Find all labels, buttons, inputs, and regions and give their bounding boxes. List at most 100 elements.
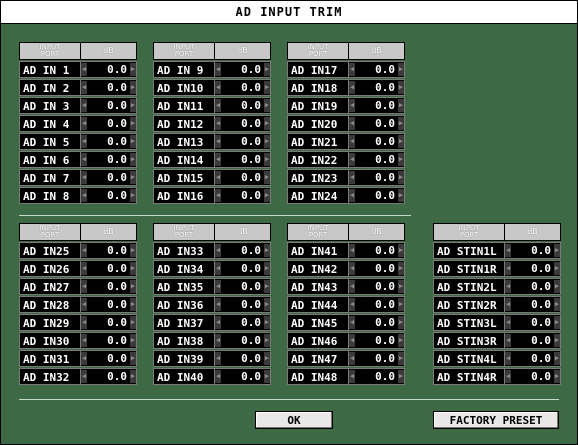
trim-db-value[interactable]: 0.0 <box>355 81 398 94</box>
trim-db-value[interactable]: 0.0 <box>221 370 264 383</box>
trim-db-value[interactable]: 0.0 <box>87 334 130 347</box>
trim-db-value[interactable]: 0.0 <box>221 153 264 166</box>
trim-value-control[interactable]: ◀ 0.0 ▶ <box>81 61 137 78</box>
trim-db-value[interactable]: 0.0 <box>511 334 554 347</box>
trim-db-value[interactable]: 0.0 <box>87 370 130 383</box>
right-arrow-icon[interactable]: ▶ <box>554 244 560 257</box>
trim-db-value[interactable]: 0.0 <box>221 135 264 148</box>
trim-value-control[interactable]: ◀ 0.0 ▶ <box>215 332 271 349</box>
right-arrow-icon[interactable]: ▶ <box>554 370 560 383</box>
trim-db-value[interactable]: 0.0 <box>511 244 554 257</box>
trim-db-value[interactable]: 0.0 <box>355 99 398 112</box>
trim-db-value[interactable]: 0.0 <box>87 171 130 184</box>
trim-db-value[interactable]: 0.0 <box>355 189 398 202</box>
trim-value-control[interactable]: ◀ 0.0 ▶ <box>215 151 271 168</box>
trim-value-control[interactable]: ◀ 0.0 ▶ <box>349 242 405 259</box>
trim-value-control[interactable]: ◀ 0.0 ▶ <box>215 278 271 295</box>
trim-value-control[interactable]: ◀ 0.0 ▶ <box>81 260 137 277</box>
trim-db-value[interactable]: 0.0 <box>355 352 398 365</box>
trim-db-value[interactable]: 0.0 <box>87 135 130 148</box>
trim-db-value[interactable]: 0.0 <box>355 244 398 257</box>
factory-preset-button[interactable]: FACTORY PRESET <box>433 411 559 429</box>
trim-value-control[interactable]: ◀ 0.0 ▶ <box>215 350 271 367</box>
trim-value-control[interactable]: ◀ 0.0 ▶ <box>81 278 137 295</box>
right-arrow-icon[interactable]: ▶ <box>264 135 270 148</box>
trim-value-control[interactable]: ◀ 0.0 ▶ <box>349 169 405 186</box>
right-arrow-icon[interactable]: ▶ <box>264 370 270 383</box>
trim-db-value[interactable]: 0.0 <box>87 153 130 166</box>
trim-db-value[interactable]: 0.0 <box>355 316 398 329</box>
right-arrow-icon[interactable]: ▶ <box>398 280 404 293</box>
trim-db-value[interactable]: 0.0 <box>355 262 398 275</box>
trim-value-control[interactable]: ◀ 0.0 ▶ <box>215 296 271 313</box>
trim-db-value[interactable]: 0.0 <box>221 280 264 293</box>
right-arrow-icon[interactable]: ▶ <box>130 99 136 112</box>
trim-db-value[interactable]: 0.0 <box>221 99 264 112</box>
trim-value-control[interactable]: ◀ 0.0 ▶ <box>505 242 561 259</box>
right-arrow-icon[interactable]: ▶ <box>554 334 560 347</box>
right-arrow-icon[interactable]: ▶ <box>398 370 404 383</box>
trim-value-control[interactable]: ◀ 0.0 ▶ <box>349 260 405 277</box>
trim-value-control[interactable]: ◀ 0.0 ▶ <box>215 133 271 150</box>
trim-value-control[interactable]: ◀ 0.0 ▶ <box>505 296 561 313</box>
trim-db-value[interactable]: 0.0 <box>511 280 554 293</box>
right-arrow-icon[interactable]: ▶ <box>398 81 404 94</box>
trim-db-value[interactable]: 0.0 <box>87 352 130 365</box>
right-arrow-icon[interactable]: ▶ <box>554 298 560 311</box>
trim-value-control[interactable]: ◀ 0.0 ▶ <box>349 187 405 204</box>
trim-db-value[interactable]: 0.0 <box>511 262 554 275</box>
trim-db-value[interactable]: 0.0 <box>511 316 554 329</box>
trim-db-value[interactable]: 0.0 <box>87 244 130 257</box>
trim-value-control[interactable]: ◀ 0.0 ▶ <box>81 368 137 385</box>
right-arrow-icon[interactable]: ▶ <box>264 63 270 76</box>
right-arrow-icon[interactable]: ▶ <box>398 117 404 130</box>
trim-value-control[interactable]: ◀ 0.0 ▶ <box>81 332 137 349</box>
trim-db-value[interactable]: 0.0 <box>87 99 130 112</box>
right-arrow-icon[interactable]: ▶ <box>398 63 404 76</box>
trim-db-value[interactable]: 0.0 <box>355 280 398 293</box>
trim-value-control[interactable]: ◀ 0.0 ▶ <box>349 296 405 313</box>
right-arrow-icon[interactable]: ▶ <box>264 334 270 347</box>
right-arrow-icon[interactable]: ▶ <box>264 81 270 94</box>
right-arrow-icon[interactable]: ▶ <box>398 135 404 148</box>
right-arrow-icon[interactable]: ▶ <box>130 171 136 184</box>
trim-db-value[interactable]: 0.0 <box>221 81 264 94</box>
right-arrow-icon[interactable]: ▶ <box>264 316 270 329</box>
right-arrow-icon[interactable]: ▶ <box>130 135 136 148</box>
trim-db-value[interactable]: 0.0 <box>221 334 264 347</box>
trim-db-value[interactable]: 0.0 <box>355 370 398 383</box>
trim-value-control[interactable]: ◀ 0.0 ▶ <box>349 115 405 132</box>
trim-value-control[interactable]: ◀ 0.0 ▶ <box>349 314 405 331</box>
right-arrow-icon[interactable]: ▶ <box>130 244 136 257</box>
right-arrow-icon[interactable]: ▶ <box>554 280 560 293</box>
trim-db-value[interactable]: 0.0 <box>355 334 398 347</box>
trim-value-control[interactable]: ◀ 0.0 ▶ <box>505 314 561 331</box>
right-arrow-icon[interactable]: ▶ <box>130 117 136 130</box>
trim-db-value[interactable]: 0.0 <box>221 298 264 311</box>
trim-value-control[interactable]: ◀ 0.0 ▶ <box>505 260 561 277</box>
right-arrow-icon[interactable]: ▶ <box>130 280 136 293</box>
trim-value-control[interactable]: ◀ 0.0 ▶ <box>215 97 271 114</box>
trim-value-control[interactable]: ◀ 0.0 ▶ <box>81 79 137 96</box>
trim-value-control[interactable]: ◀ 0.0 ▶ <box>349 79 405 96</box>
right-arrow-icon[interactable]: ▶ <box>554 316 560 329</box>
right-arrow-icon[interactable]: ▶ <box>398 244 404 257</box>
trim-value-control[interactable]: ◀ 0.0 ▶ <box>505 368 561 385</box>
trim-value-control[interactable]: ◀ 0.0 ▶ <box>215 187 271 204</box>
trim-db-value[interactable]: 0.0 <box>87 262 130 275</box>
trim-db-value[interactable]: 0.0 <box>221 171 264 184</box>
trim-db-value[interactable]: 0.0 <box>355 135 398 148</box>
trim-db-value[interactable]: 0.0 <box>221 117 264 130</box>
right-arrow-icon[interactable]: ▶ <box>398 352 404 365</box>
right-arrow-icon[interactable]: ▶ <box>264 189 270 202</box>
right-arrow-icon[interactable]: ▶ <box>264 352 270 365</box>
right-arrow-icon[interactable]: ▶ <box>264 117 270 130</box>
trim-db-value[interactable]: 0.0 <box>355 298 398 311</box>
ok-button[interactable]: OK <box>255 411 333 429</box>
trim-value-control[interactable]: ◀ 0.0 ▶ <box>349 278 405 295</box>
trim-db-value[interactable]: 0.0 <box>87 81 130 94</box>
right-arrow-icon[interactable]: ▶ <box>554 352 560 365</box>
trim-db-value[interactable]: 0.0 <box>221 189 264 202</box>
trim-value-control[interactable]: ◀ 0.0 ▶ <box>215 79 271 96</box>
trim-db-value[interactable]: 0.0 <box>87 117 130 130</box>
